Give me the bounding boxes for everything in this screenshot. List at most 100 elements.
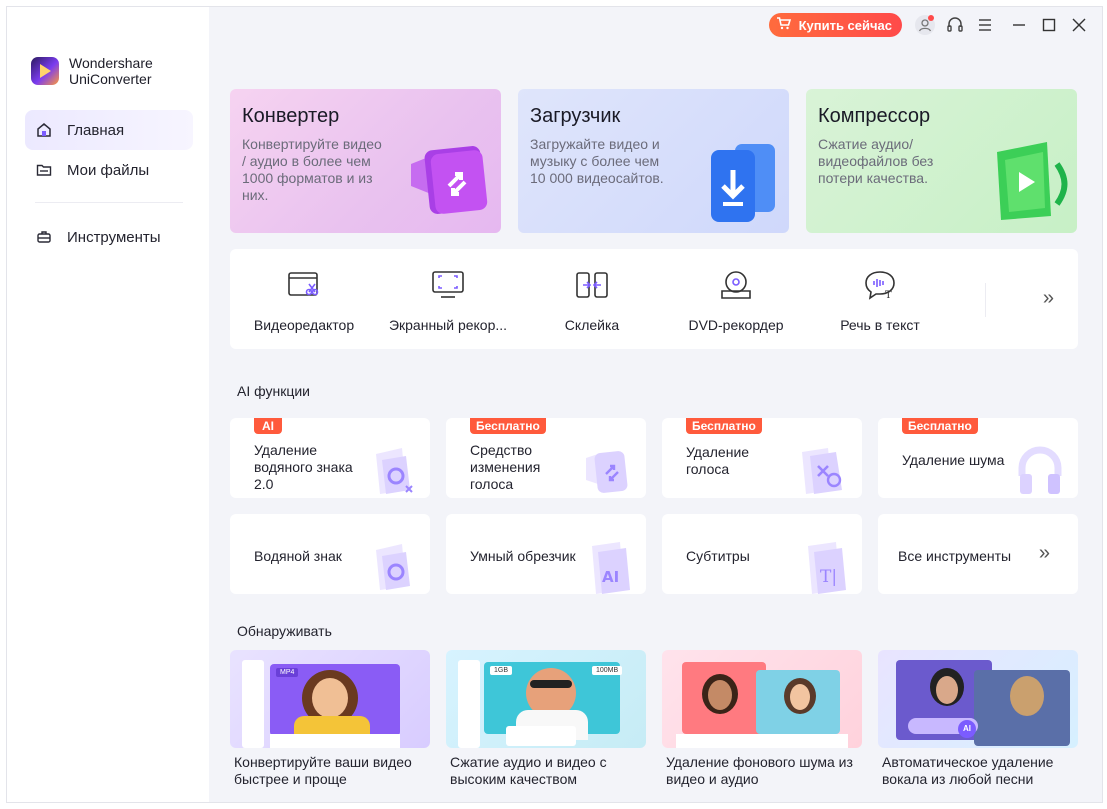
- hero-title: Загрузчик: [530, 105, 621, 127]
- ai-card-vocal-remover[interactable]: Бесплатно Удаление голоса: [662, 418, 862, 498]
- ai-section-title: AI функции: [237, 383, 310, 399]
- size-tag-compressed: 100MB: [592, 666, 623, 675]
- sidebar-item-home[interactable]: Главная: [25, 110, 193, 150]
- discover-thumbnail: 1GB 100MB: [446, 650, 646, 748]
- discover-caption: Автоматическое удаление вокала из любой …: [882, 754, 1054, 787]
- card-label: Средство изменения голоса: [470, 442, 541, 492]
- discover-item-noise[interactable]: Удаление фонового шума из видео и аудио: [662, 650, 862, 788]
- size-tag-original: 1GB: [490, 666, 513, 675]
- sidebar-item-label: Главная: [67, 121, 125, 139]
- sidebar: Wondershare UniConverter Главная Мои фай…: [7, 7, 209, 802]
- speech-to-text-icon: T: [808, 267, 952, 303]
- ai-card-noise-remover[interactable]: Бесплатно Удаление шума: [878, 418, 1078, 498]
- card-label: Удаление голоса: [686, 444, 750, 477]
- free-badge: Бесплатно: [686, 418, 762, 434]
- buy-now-button[interactable]: Купить сейчас: [768, 13, 902, 37]
- discover-thumbnail: AI: [878, 650, 1078, 748]
- titlebar: Купить сейчас: [768, 7, 1102, 43]
- tool-label: Речь в текст: [840, 317, 920, 333]
- discover-thumbnail: MP4: [230, 650, 430, 748]
- discover-item-compress[interactable]: 1GB 100MB Сжатие аудио и видео с высоким…: [446, 650, 646, 788]
- menu-button[interactable]: [970, 10, 1000, 40]
- double-chevron-right-icon: »: [1042, 287, 1054, 309]
- ai-card-watermark-remover[interactable]: AI Удаление водяного знака 2.0: [230, 418, 430, 498]
- hero-description: Конвертируйте видео / аудио в более чем …: [242, 136, 382, 203]
- dvd-icon: [664, 267, 808, 303]
- tool-label: Видеоредактор: [253, 317, 355, 333]
- discover-caption: Удаление фонового шума из видео и аудио: [666, 754, 853, 787]
- hamburger-icon: [979, 19, 991, 31]
- cart-icon: [776, 17, 791, 33]
- discover-section-title: Обнаруживать: [237, 623, 332, 639]
- format-tag: MP4: [276, 668, 299, 677]
- tool-label: DVD-рекордер: [688, 317, 784, 333]
- ai-card-all-tools[interactable]: Все инструменты »: [878, 514, 1078, 594]
- minimize-icon: [1013, 24, 1025, 26]
- tool-label: Склейка: [564, 317, 620, 333]
- sidebar-item-tools[interactable]: Инструменты: [25, 217, 193, 257]
- tool-label: Экранный рекор...: [388, 317, 508, 333]
- discover-thumbnail: [662, 650, 862, 748]
- hero-card-converter[interactable]: Конвертер Конвертируйте видео / аудио в …: [230, 89, 501, 233]
- video-editor-icon: [232, 267, 376, 303]
- sidebar-divider: [35, 202, 183, 203]
- free-badge: Бесплатно: [902, 418, 978, 434]
- hero-description: Загружайте видео и музыку с более чем 10…: [530, 136, 664, 186]
- discover-item-convert[interactable]: MP4 Конвертируйте ваши видео быстрее и п…: [230, 650, 430, 788]
- headset-icon: [947, 17, 963, 32]
- card-label: Водяной знак: [254, 548, 342, 564]
- brand: Wondershare UniConverter: [31, 55, 153, 87]
- tool-merger[interactable]: Склейка: [520, 267, 664, 333]
- ai-card-watermark[interactable]: Водяной знак: [230, 514, 430, 594]
- vocal-remover-icon: [798, 446, 848, 498]
- card-label: Умный обрезчик: [470, 548, 576, 564]
- sidebar-item-my-files[interactable]: Мои файлы: [25, 150, 193, 190]
- maximize-button[interactable]: [1034, 10, 1064, 40]
- minimize-button[interactable]: [1004, 10, 1034, 40]
- card-label: Все инструменты: [898, 548, 1012, 564]
- quick-tools-panel: Видеоредактор Экранный рекор... Склейка …: [230, 249, 1078, 349]
- card-label: Субтитры: [686, 548, 750, 564]
- toolbox-icon: [35, 228, 53, 246]
- free-badge: Бесплатно: [470, 418, 546, 434]
- smart-trimmer-icon: AI: [588, 542, 632, 594]
- discover-caption: Сжатие аудио и видео с высоким качеством: [450, 754, 607, 787]
- card-label: Удаление водяного знака 2.0: [254, 442, 353, 492]
- hero-title: Конвертер: [242, 105, 340, 127]
- maximize-icon: [1042, 18, 1056, 32]
- subtitles-icon: T|: [804, 542, 848, 594]
- sidebar-nav: Главная Мои файлы Инструменты: [25, 110, 193, 257]
- downloader-icon: [701, 134, 781, 229]
- screen-recorder-icon: [376, 267, 520, 303]
- hero-title: Компрессор: [818, 105, 931, 127]
- svg-text:T|: T|: [820, 567, 837, 587]
- compressor-icon: [989, 134, 1069, 229]
- tool-dvd-burner[interactable]: DVD-рекордер: [664, 267, 808, 333]
- watermark-icon: [372, 542, 416, 594]
- voice-changer-icon: [584, 446, 632, 498]
- notification-dot: [928, 15, 934, 21]
- card-label: Удаление шума: [902, 452, 1005, 468]
- ai-card-subtitles[interactable]: Субтитры T|: [662, 514, 862, 594]
- svg-text:T: T: [885, 290, 892, 301]
- discover-item-vocal[interactable]: AI Автоматическое удаление вокала из люб…: [878, 650, 1078, 788]
- tool-screen-recorder[interactable]: Экранный рекор...: [376, 267, 520, 333]
- main-area: Купить сейчас Конвертер Конвертируйте ви…: [209, 7, 1102, 802]
- brand-name-line2: UniConverter: [69, 71, 152, 87]
- tool-speech-to-text[interactable]: T Речь в текст: [808, 267, 952, 333]
- sidebar-item-label: Мои файлы: [67, 161, 150, 179]
- ai-badge: AI: [254, 418, 282, 434]
- hero-card-compressor[interactable]: Компрессор Сжатие аудио/ видеофайлов без…: [806, 89, 1077, 233]
- hero-card-downloader[interactable]: Загрузчик Загружайте видео и музыку с бо…: [518, 89, 789, 233]
- support-button[interactable]: [940, 10, 970, 40]
- tool-video-editor[interactable]: Видеоредактор: [232, 267, 376, 333]
- app-window: Wondershare UniConverter Главная Мои фай…: [6, 6, 1103, 803]
- sidebar-item-label: Инструменты: [67, 228, 161, 246]
- tools-divider: [985, 283, 986, 317]
- ai-card-voice-changer[interactable]: Бесплатно Средство изменения голоса: [446, 418, 646, 498]
- account-button[interactable]: [910, 10, 940, 40]
- converter-icon: [403, 134, 493, 229]
- more-tools-button[interactable]: »: [1043, 287, 1054, 310]
- close-button[interactable]: [1064, 10, 1094, 40]
- ai-card-smart-trimmer[interactable]: Умный обрезчик AI: [446, 514, 646, 594]
